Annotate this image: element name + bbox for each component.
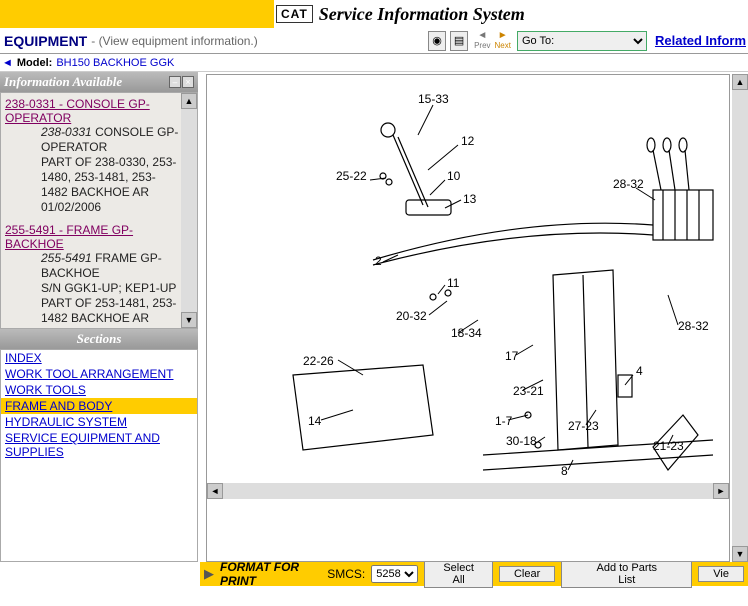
prev-next-nav: ◄ Prev ► Next bbox=[472, 31, 513, 50]
callout: 12 bbox=[461, 134, 475, 148]
smcs-select[interactable]: 5258 bbox=[371, 565, 418, 583]
info-available-title: Information Available bbox=[4, 74, 122, 90]
callout: 14 bbox=[308, 414, 322, 428]
top-band: CAT Service Information System bbox=[0, 0, 748, 28]
model-back-icon[interactable]: ◄ bbox=[2, 57, 13, 69]
scroll-down-icon[interactable]: ▼ bbox=[732, 546, 748, 562]
scroll-up-icon[interactable]: ▲ bbox=[181, 93, 197, 109]
callout: 4 bbox=[636, 364, 643, 378]
diagram-vscrollbar[interactable]: ▲ ▼ bbox=[732, 74, 748, 562]
prev-button[interactable]: ◄ Prev bbox=[472, 31, 492, 50]
section-link-index[interactable]: INDEX bbox=[1, 350, 197, 366]
callout: 22-26 bbox=[303, 354, 334, 368]
related-information-link[interactable]: Related Inform bbox=[655, 33, 746, 48]
scroll-left-icon[interactable]: ◄ bbox=[207, 483, 223, 499]
brand-yellow-bar bbox=[0, 0, 274, 28]
info-item: 255-5491 - FRAME GP-BACKHOE 255-5491 FRA… bbox=[1, 219, 197, 329]
scroll-down-icon[interactable]: ▼ bbox=[181, 312, 197, 328]
left-column: Information Available – × 238-0331 - CON… bbox=[0, 72, 198, 562]
prev-label: Prev bbox=[474, 41, 490, 50]
section-link-hydraulic-system[interactable]: HYDRAULIC SYSTEM bbox=[1, 414, 197, 430]
model-value-link[interactable]: BH150 BACKHOE GGK bbox=[56, 57, 174, 69]
goto-select[interactable]: Go To: bbox=[517, 31, 647, 51]
clear-button[interactable]: Clear bbox=[499, 566, 555, 582]
info-item: 238-0331 - CONSOLE GP-OPERATOR 238-0331 … bbox=[1, 93, 197, 219]
scroll-up-icon[interactable]: ▲ bbox=[732, 74, 748, 90]
callout: 11 bbox=[447, 276, 460, 290]
callout: 1-7 bbox=[495, 414, 513, 428]
sections-list: INDEX WORK TOOL ARRANGEMENT WORK TOOLS F… bbox=[0, 349, 198, 562]
callout: 8 bbox=[561, 464, 568, 478]
info-item-detail: 238-0331 CONSOLE GP-OPERATOR PART OF 238… bbox=[5, 125, 179, 215]
bottom-toolbar: ▶ FORMAT FOR PRINT SMCS: 5258 Select All… bbox=[200, 562, 748, 586]
info-item-detail: 255-5491 FRAME GP-BACKHOE S/N GGK1-UP; K… bbox=[5, 251, 179, 329]
main-area: Information Available – × 238-0331 - CON… bbox=[0, 72, 748, 562]
minimize-icon[interactable]: – bbox=[169, 76, 181, 88]
section-link-frame-and-body[interactable]: FRAME AND BODY bbox=[1, 398, 197, 414]
model-row: ◄ Model: BH150 BACKHOE GGK bbox=[0, 54, 748, 72]
next-arrow-icon: ► bbox=[498, 31, 508, 41]
add-to-parts-list-button[interactable]: Add to Parts List bbox=[561, 560, 692, 588]
callout: 13 bbox=[463, 192, 477, 206]
next-button[interactable]: ► Next bbox=[493, 31, 513, 50]
callout: 27-23 bbox=[568, 419, 599, 433]
format-arrow-icon: ▶ bbox=[204, 566, 214, 582]
close-icon[interactable]: × bbox=[182, 76, 194, 88]
diagram-hscrollbar[interactable]: ◄ ► bbox=[207, 483, 729, 499]
globe-icon[interactable]: ◉ bbox=[428, 31, 446, 51]
format-for-print-link[interactable]: FORMAT FOR PRINT bbox=[220, 560, 321, 588]
callout: 28-32 bbox=[678, 319, 709, 333]
equipment-label[interactable]: EQUIPMENT bbox=[4, 33, 87, 49]
callout: 18-34 bbox=[451, 326, 482, 340]
equipment-sublabel: - (View equipment information.) bbox=[91, 34, 258, 48]
sis-title: Service Information System bbox=[319, 4, 525, 25]
info-item-link[interactable]: 255-5491 - FRAME GP-BACKHOE bbox=[5, 223, 133, 251]
section-link-service-equipment[interactable]: SERVICE EQUIPMENT AND SUPPLIES bbox=[1, 430, 197, 460]
callout: 2 bbox=[375, 254, 382, 268]
right-column: 15-33 12 25-22 10 28-32 13 2 11 20-32 18… bbox=[198, 72, 748, 562]
callout: 20-32 bbox=[396, 309, 427, 323]
diagram-pane: 15-33 12 25-22 10 28-32 13 2 11 20-32 18… bbox=[206, 74, 730, 562]
cat-logo: CAT bbox=[276, 5, 313, 23]
section-link-work-tools[interactable]: WORK TOOLS bbox=[1, 382, 197, 398]
view-button[interactable]: Vie bbox=[698, 566, 744, 582]
callout: 17 bbox=[505, 349, 519, 363]
sections-header: Sections bbox=[0, 329, 198, 349]
callout: 30-18 bbox=[506, 434, 537, 448]
next-label: Next bbox=[495, 41, 511, 50]
info-item-link[interactable]: 238-0331 - CONSOLE GP-OPERATOR bbox=[5, 97, 150, 125]
callout: 25-22 bbox=[336, 169, 367, 183]
info-scrollbar[interactable]: ▲ ▼ bbox=[181, 93, 197, 328]
select-all-button[interactable]: Select All bbox=[424, 560, 493, 588]
header-row: EQUIPMENT - (View equipment information.… bbox=[0, 28, 748, 54]
smcs-label: SMCS: bbox=[327, 567, 365, 581]
callout: 28-32 bbox=[613, 177, 644, 191]
info-available-header: Information Available – × bbox=[0, 72, 198, 92]
parts-diagram: 15-33 12 25-22 10 28-32 13 2 11 20-32 18… bbox=[207, 75, 729, 480]
info-available-list: 238-0331 - CONSOLE GP-OPERATOR 238-0331 … bbox=[0, 92, 198, 329]
callout: 15-33 bbox=[418, 92, 449, 106]
prev-arrow-icon: ◄ bbox=[477, 31, 487, 41]
section-link-work-tool-arrangement[interactable]: WORK TOOL ARRANGEMENT bbox=[1, 366, 197, 382]
callout: 21-23 bbox=[653, 439, 684, 453]
model-label: Model: bbox=[17, 57, 52, 69]
document-icon[interactable]: ▤ bbox=[450, 31, 468, 51]
callout: 23-21 bbox=[513, 384, 544, 398]
scroll-right-icon[interactable]: ► bbox=[713, 483, 729, 499]
callout: 10 bbox=[447, 169, 461, 183]
